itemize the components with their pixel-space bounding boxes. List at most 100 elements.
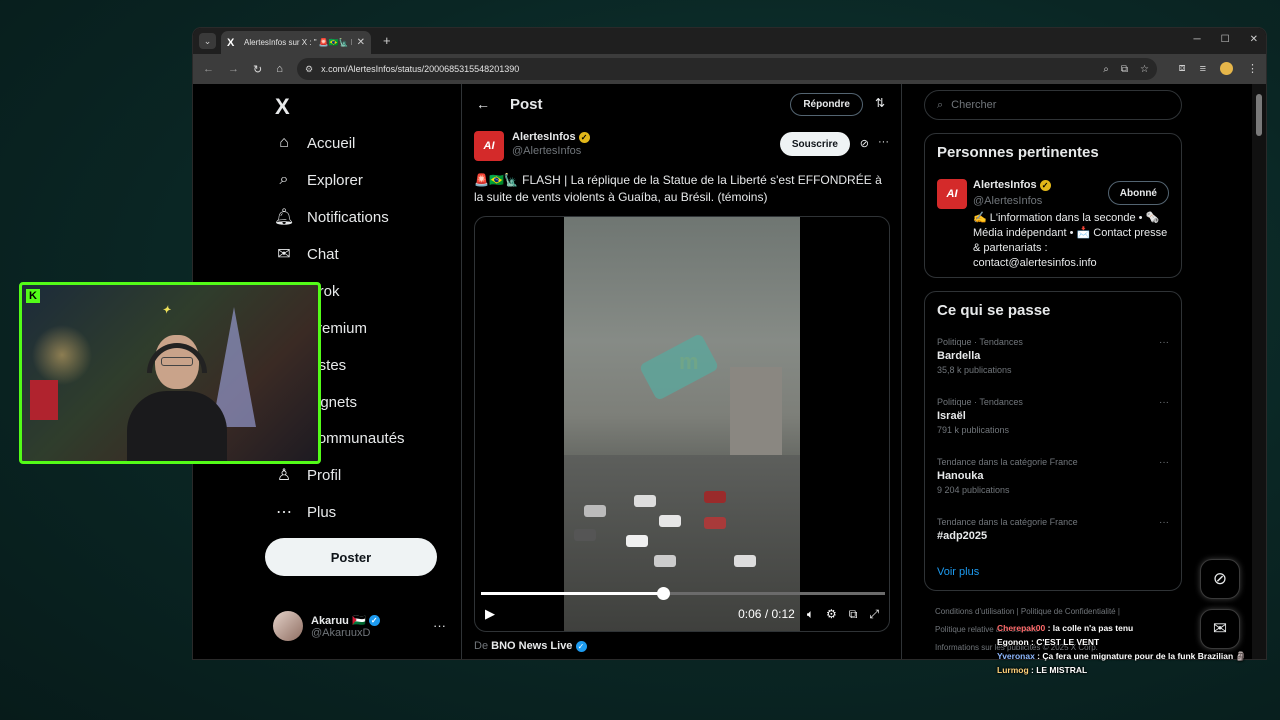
- back-arrow-icon[interactable]: ←: [476, 96, 490, 112]
- author-name[interactable]: AlertesInfos: [512, 131, 576, 143]
- relevant-people-card: Personnes pertinentes AI AlertesInfos ✓ …: [924, 133, 1182, 278]
- following-button[interactable]: Abonné: [1107, 181, 1169, 205]
- tab-search-icon[interactable]: ⌄: [199, 33, 216, 49]
- source-verified-icon: ✓: [575, 640, 587, 652]
- post-button[interactable]: Poster: [265, 538, 437, 576]
- home-icon: ⌂: [279, 134, 289, 151]
- kick-logo-icon: K: [26, 289, 40, 303]
- see-more-link[interactable]: Voir plus: [937, 566, 979, 578]
- account-more-icon[interactable]: ···: [433, 618, 446, 633]
- page-viewport: X ⌂ Accueil ⌕ Explorer 🔔︎ Notifications ✉ Chat ⊘…: [193, 84, 1266, 659]
- subscribe-button[interactable]: Souscrire: [779, 132, 850, 156]
- media-control-icon[interactable]: ≡: [1200, 63, 1206, 75]
- trend-category: Politique · Tendances: [937, 337, 1023, 347]
- source-name[interactable]: BNO News Live: [491, 640, 572, 652]
- relevant-handle[interactable]: @AlertesInfos: [973, 195, 1042, 207]
- verified-gold-icon: ✓: [578, 131, 590, 143]
- post-author[interactable]: AI AlertesInfos ✓ @AlertesInfos: [474, 131, 590, 161]
- new-tab-icon[interactable]: +: [383, 33, 391, 48]
- fullscreen-icon[interactable]: ⤢: [869, 607, 879, 622]
- adjust-icon[interactable]: ⇅: [875, 96, 885, 110]
- maximize-icon[interactable]: ☐: [1221, 34, 1230, 45]
- nav-item-explorer[interactable]: ⌕ Explorer: [275, 171, 363, 189]
- chat-text: la colle n'a pas tenu: [1052, 623, 1134, 633]
- search-input[interactable]: [951, 99, 1094, 111]
- account-avatar: [273, 611, 303, 641]
- grok-icon[interactable]: ⊘: [860, 137, 869, 150]
- tweet-text: 🚨🇧🇷🗽 FLASH | La réplique de la Statue de…: [474, 173, 882, 204]
- forward-icon[interactable]: →: [228, 63, 239, 76]
- chat-username[interactable]: Lurmog: [997, 665, 1029, 675]
- profile-icon: ♙: [276, 467, 292, 484]
- trend-more-icon[interactable]: ···: [1159, 517, 1169, 528]
- parking-lot: [564, 455, 800, 631]
- browser-menu-icon[interactable]: ⋮: [1247, 62, 1258, 75]
- relevant-people-title: Personnes pertinentes: [937, 144, 1099, 161]
- trend-more-icon[interactable]: ···: [1159, 457, 1169, 468]
- page-scrollbar[interactable]: [1252, 84, 1266, 659]
- trend-more-icon[interactable]: ···: [1159, 337, 1169, 348]
- search-box[interactable]: ⌕: [924, 90, 1182, 120]
- site-info-icon[interactable]: ⚙: [305, 64, 313, 75]
- x-favicon-icon: X: [227, 36, 235, 49]
- scrollbar-thumb[interactable]: [1256, 94, 1262, 136]
- more-options-icon[interactable]: ···: [878, 136, 889, 148]
- account-handle: @AkaruuxD: [311, 626, 371, 639]
- grok-float-icon[interactable]: ⊘: [1200, 559, 1240, 599]
- nav-item-chat[interactable]: ✉ Chat: [275, 245, 339, 264]
- trend-item[interactable]: Tendance dans la catégorie France Hanouka…: [937, 457, 1169, 495]
- cast-icon[interactable]: ⧉: [1121, 64, 1128, 75]
- author-handle[interactable]: @AlertesInfos: [512, 145, 590, 157]
- nav-item-accueil[interactable]: ⌂ Accueil: [275, 134, 355, 152]
- trend-more-icon[interactable]: ···: [1159, 397, 1169, 408]
- video-scrubber-handle[interactable]: [656, 587, 670, 600]
- chat-username[interactable]: Egonon: [997, 637, 1029, 647]
- author-avatar[interactable]: AI: [474, 131, 504, 161]
- profile-avatar-icon[interactable]: [1220, 62, 1233, 75]
- trend-item[interactable]: Politique · Tendances Bardella 35,8 k publ…: [937, 337, 1169, 375]
- home-browser-icon[interactable]: ⌂: [276, 63, 283, 76]
- trend-category: Tendance dans la catégorie France: [937, 457, 1078, 467]
- account-switcher[interactable]: Akaruu 🇵🇸 ✓ @AkaruuxD: [273, 611, 380, 641]
- address-bar[interactable]: ⚙ x.com/AlertesInfos/status/200068531554…: [297, 58, 1157, 80]
- terms-link[interactable]: Conditions d'utilisation: [935, 607, 1014, 616]
- url-text[interactable]: x.com/AlertesInfos/status/20006853155482…: [321, 64, 519, 74]
- volume-icon[interactable]: 🔈︎: [807, 607, 814, 622]
- reload-icon[interactable]: ↻: [253, 63, 262, 76]
- reply-button[interactable]: Répondre: [790, 93, 863, 116]
- nav-item-label: Profil: [307, 466, 342, 484]
- close-tab-icon[interactable]: ✕: [357, 37, 365, 48]
- trend-item[interactable]: Tendance dans la catégorie France #adp202…: [937, 517, 1169, 545]
- video-player[interactable]: m: [474, 216, 890, 632]
- minimize-icon[interactable]: ─: [1194, 34, 1201, 45]
- search-icon: ⌕: [279, 171, 289, 188]
- chat-username[interactable]: Cherepak00: [997, 623, 1045, 633]
- relevant-name[interactable]: AlertesInfos: [973, 179, 1037, 191]
- bookmark-star-icon[interactable]: ☆: [1140, 64, 1149, 75]
- streamer-webcam: ✦ K: [19, 282, 321, 464]
- mail-icon: ✉: [277, 246, 291, 263]
- picture-in-picture-icon[interactable]: ⧉: [849, 607, 858, 622]
- trends-title: Ce qui se passe: [937, 302, 1051, 319]
- browser-tab[interactable]: X AlertesInfos sur X : " 🚨🇧🇷🗽 FLASH ✕: [221, 31, 371, 54]
- trend-count: 35,8 k publications: [937, 365, 1012, 375]
- video-progress-bar[interactable]: [481, 587, 885, 600]
- extensions-icon[interactable]: ⧈: [1179, 62, 1186, 75]
- nav-item-plus[interactable]: ⋯ Plus: [275, 503, 336, 522]
- nav-item-notifications[interactable]: 🔔︎ Notifications: [274, 208, 389, 227]
- x-logo-icon[interactable]: X: [275, 94, 290, 120]
- relevant-avatar[interactable]: AI: [937, 179, 967, 209]
- back-icon[interactable]: ←: [203, 63, 214, 76]
- video-frame[interactable]: m: [564, 217, 800, 631]
- settings-icon[interactable]: ⚙: [826, 607, 837, 621]
- trend-item[interactable]: Politique · Tendances Israël 791 k publica…: [937, 397, 1169, 435]
- close-window-icon[interactable]: ✕: [1250, 34, 1258, 45]
- nav-item-label: Chat: [307, 245, 339, 263]
- chat-username[interactable]: Yveronax: [997, 651, 1035, 661]
- nav-item-label: Explorer: [307, 171, 363, 189]
- nav-item-profil[interactable]: ♙ Profil: [275, 466, 342, 485]
- trend-category: Tendance dans la catégorie France: [937, 517, 1078, 527]
- privacy-link[interactable]: Politique de Confidentialité: [1021, 607, 1116, 616]
- play-icon[interactable]: ▶: [485, 606, 495, 622]
- zoom-icon[interactable]: ⌕: [1103, 64, 1109, 75]
